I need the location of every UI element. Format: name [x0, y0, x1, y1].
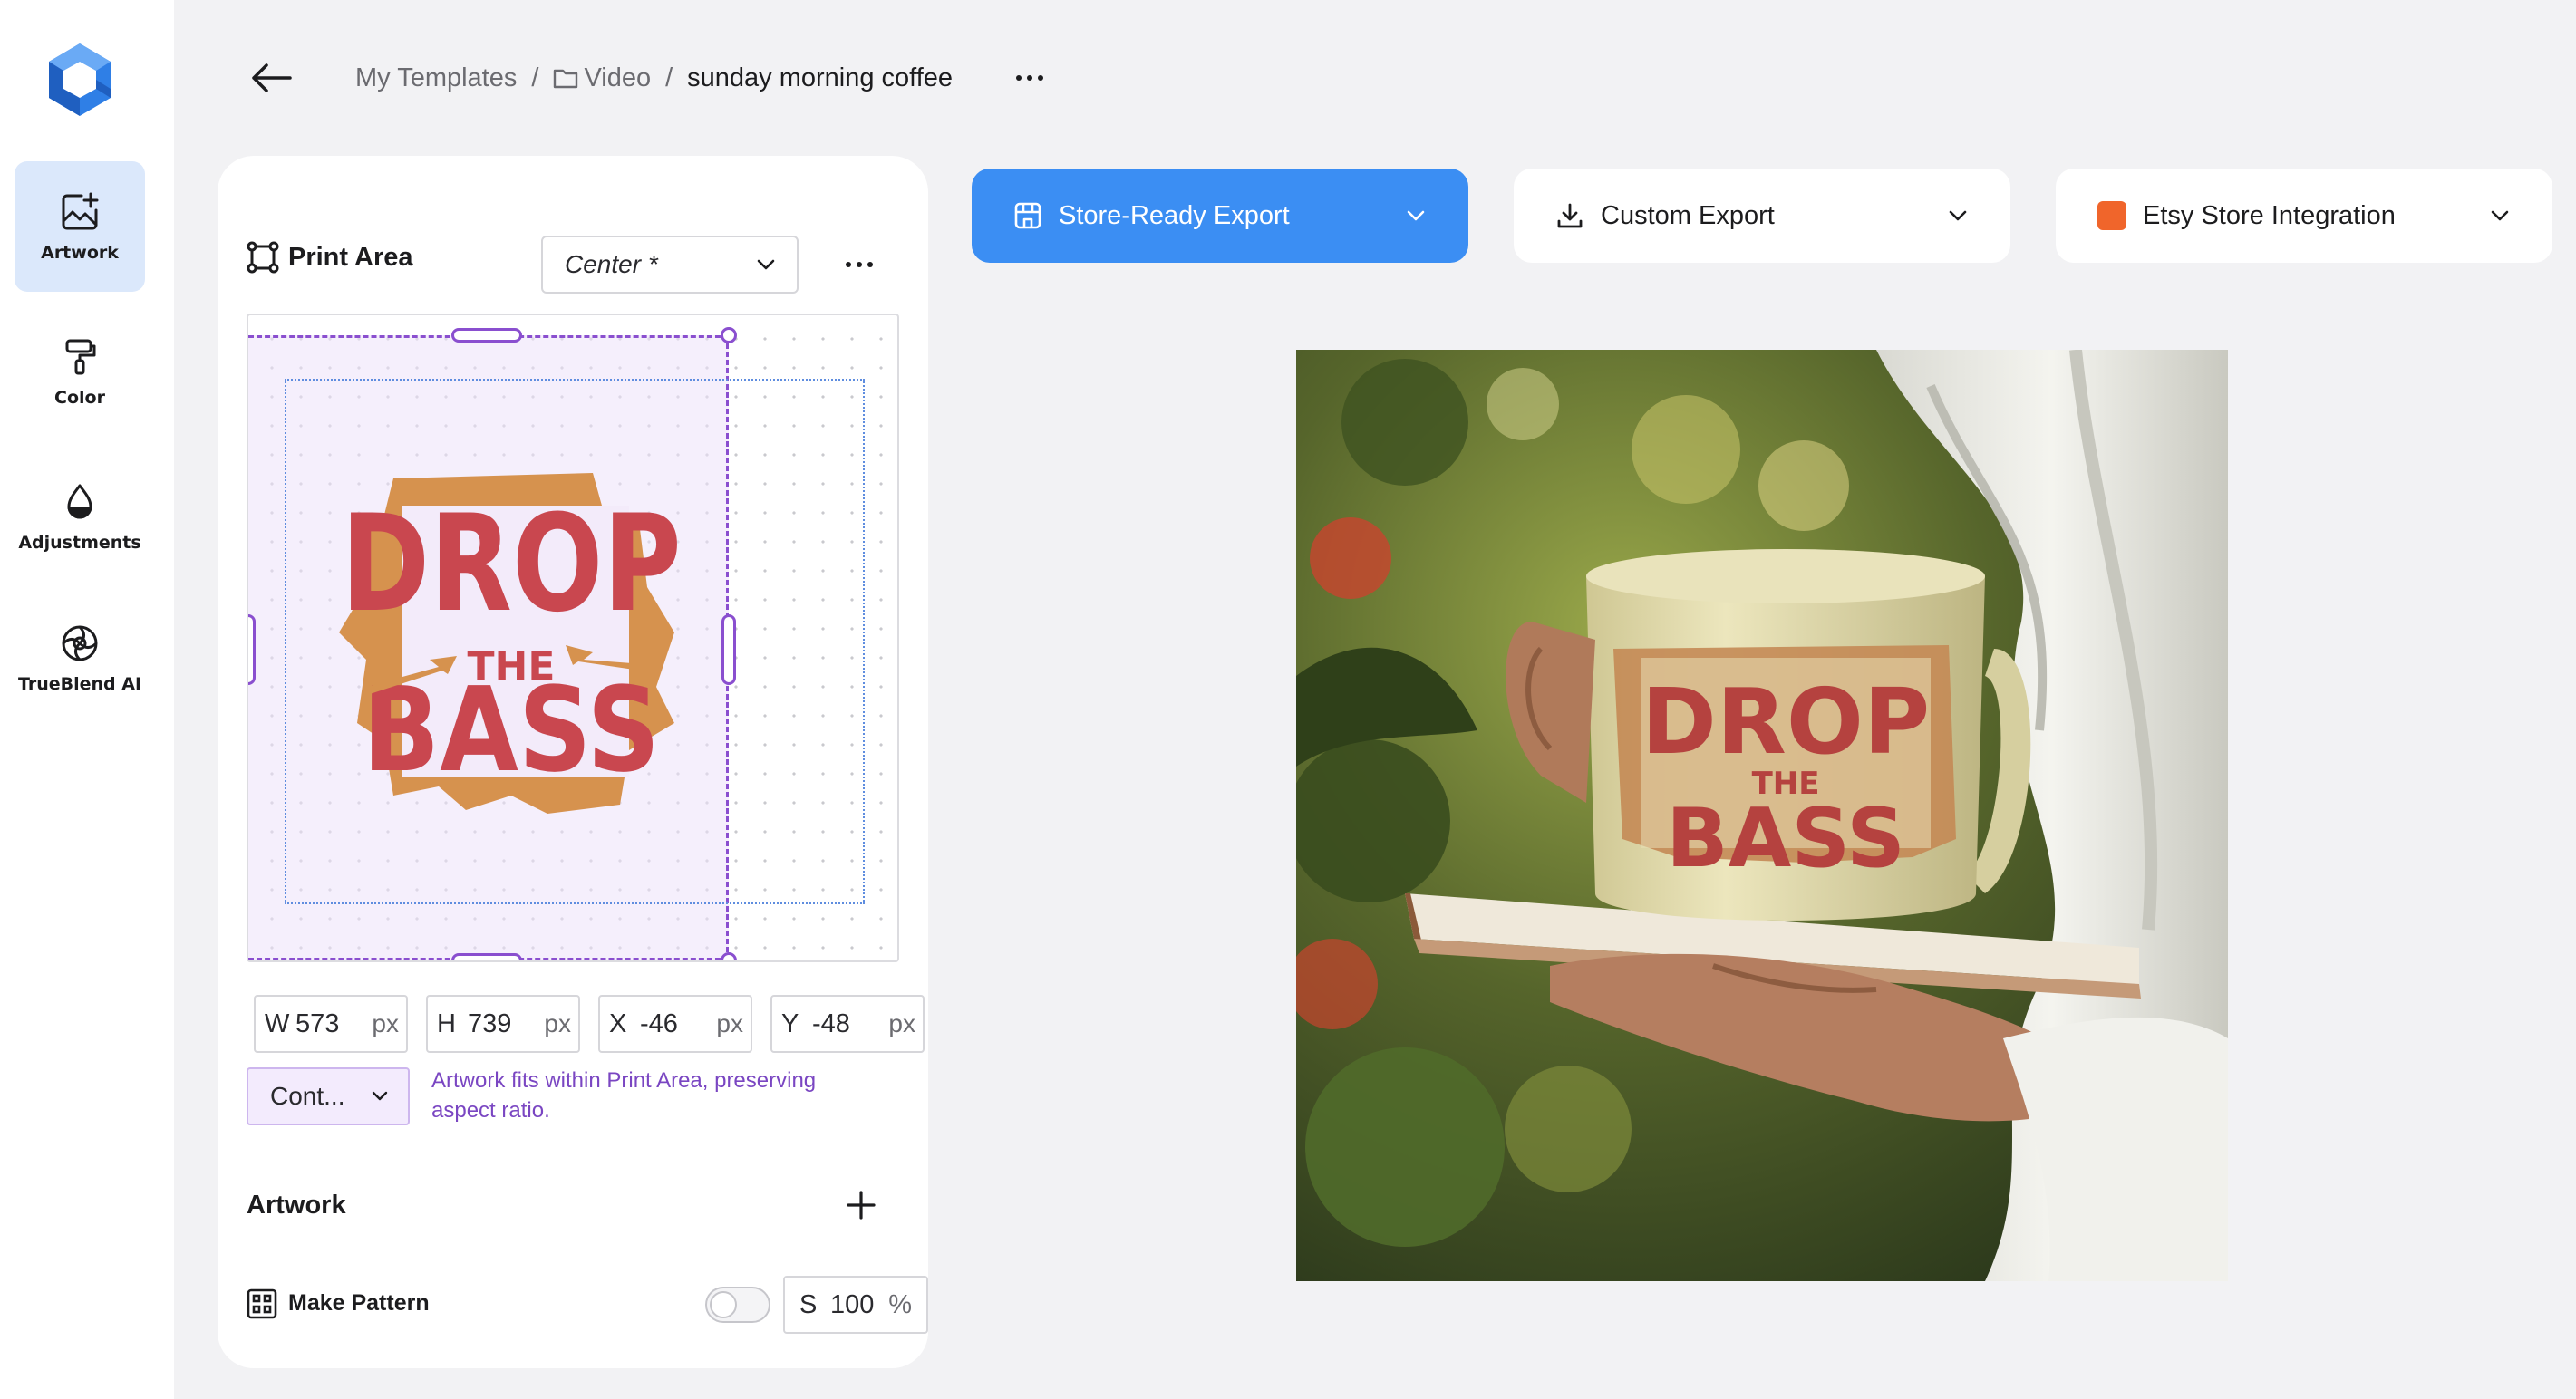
breadcrumb-current: sunday morning coffee [687, 63, 954, 92]
trueblend-icon [62, 625, 98, 661]
y-value: -48 [812, 1008, 850, 1038]
breadcrumb-separator: / [665, 63, 673, 92]
fit-mode-select[interactable]: Cont... [247, 1067, 410, 1125]
position-select-value: Center * [565, 250, 658, 278]
breadcrumb-root[interactable]: My Templates [355, 63, 517, 93]
chevron-down-icon [2491, 210, 2509, 221]
fit-mode-value: Cont... [270, 1082, 345, 1110]
position-select[interactable]: Center * [541, 236, 799, 294]
fit-mode-hint: Artwork fits within Print Area, preservi… [431, 1068, 817, 1123]
resize-handle-left[interactable] [248, 614, 256, 685]
make-pattern-label: Make Pattern [288, 1290, 430, 1316]
custom-export-label: Custom Export [1601, 200, 1775, 230]
download-icon [1557, 203, 1583, 228]
custom-export-button[interactable]: Custom Export [1514, 169, 2010, 263]
sidebar-item-trueblend-ai[interactable]: TrueBlend AI [15, 593, 145, 723]
pattern-grid-icon [247, 1288, 277, 1319]
breadcrumb-folder[interactable]: Video [553, 63, 651, 93]
sidebar-item-color[interactable]: Color [15, 306, 145, 437]
toggle-knob [710, 1291, 737, 1318]
x-position-field[interactable]: X -46 px [598, 995, 752, 1053]
artwork-icon [62, 192, 99, 230]
dimension-fields: W 573 px H 739 px X -46 px Y -48 px [254, 995, 925, 1053]
app-logo-icon[interactable] [45, 42, 114, 118]
pattern-scale-field[interactable]: S 100 % [783, 1276, 928, 1334]
resize-handle-top[interactable] [451, 328, 522, 343]
folder-icon [554, 69, 578, 89]
chevron-down-icon [1949, 210, 1967, 221]
sidebar: Artwork Color Adjustments TrueBlend AI [0, 0, 174, 1399]
mockup-text-line1: DROP [1641, 669, 1930, 775]
height-field[interactable]: H 739 px [426, 995, 580, 1053]
print-area-icon [247, 241, 279, 274]
etsy-store-integration-button[interactable]: Etsy Store Integration [2056, 169, 2552, 263]
height-value: 739 [468, 1008, 512, 1038]
drop-icon [67, 484, 92, 519]
width-field[interactable]: W 573 px [254, 995, 408, 1053]
resize-handle-right[interactable] [721, 614, 736, 685]
sidebar-item-label: TrueBlend AI [17, 674, 142, 694]
make-pattern-toggle[interactable] [705, 1287, 770, 1323]
chevron-down-icon [1407, 210, 1425, 221]
back-arrow-icon[interactable] [247, 60, 297, 96]
artwork-section-title: Artwork [247, 1191, 346, 1220]
pattern-scale-value: 100 [830, 1289, 875, 1319]
sidebar-item-label: Adjustments [18, 533, 141, 553]
add-artwork-plus-icon[interactable] [843, 1187, 879, 1223]
artwork-design[interactable]: DROP THE BASS [330, 451, 692, 832]
resize-handle-corner-bottom-right[interactable] [721, 952, 737, 960]
more-options-icon[interactable] [1013, 63, 1046, 92]
print-area-title: Print Area [288, 242, 413, 272]
resize-handle-bottom[interactable] [451, 953, 522, 960]
artwork-text-line3: BASS [363, 663, 660, 798]
breadcrumb-separator: / [531, 63, 539, 92]
sidebar-item-label: Artwork [41, 243, 119, 263]
resize-handle-corner-top-right[interactable] [721, 327, 737, 343]
mockup-preview-image: DROP THE BASS [1296, 350, 2228, 1281]
y-position-field[interactable]: Y -48 px [770, 995, 925, 1053]
breadcrumb-folder-label: Video [584, 63, 652, 92]
breadcrumb: My Templates / Video / sunday morning co… [355, 60, 953, 96]
print-area-header: Print Area [247, 239, 413, 275]
x-value: -46 [640, 1008, 678, 1038]
editor-panel: Print Area Center * DROP THE BASS W 573 [218, 156, 928, 1368]
storefront-icon [1014, 202, 1041, 229]
etsy-store-integration-label: Etsy Store Integration [2143, 200, 2396, 230]
print-area-canvas[interactable]: DROP THE BASS [247, 314, 899, 962]
etsy-logo-icon [2097, 201, 2126, 230]
store-ready-export-button[interactable]: Store-Ready Export [972, 169, 1468, 263]
chevron-down-icon [757, 259, 775, 270]
paint-roller-icon [65, 339, 96, 375]
sidebar-item-artwork[interactable]: Artwork [15, 161, 145, 292]
sidebar-item-label: Color [54, 388, 105, 408]
mockup-text-line3: BASS [1666, 791, 1905, 886]
store-ready-export-label: Store-Ready Export [1059, 200, 1290, 230]
make-pattern-row: Make Pattern S 100 % [247, 1276, 928, 1334]
print-area-more-icon[interactable] [841, 246, 877, 283]
sidebar-item-adjustments[interactable]: Adjustments [15, 451, 145, 582]
chevron-down-icon [372, 1091, 388, 1101]
artwork-text-line1: DROP [341, 487, 682, 642]
width-value: 573 [295, 1008, 340, 1038]
